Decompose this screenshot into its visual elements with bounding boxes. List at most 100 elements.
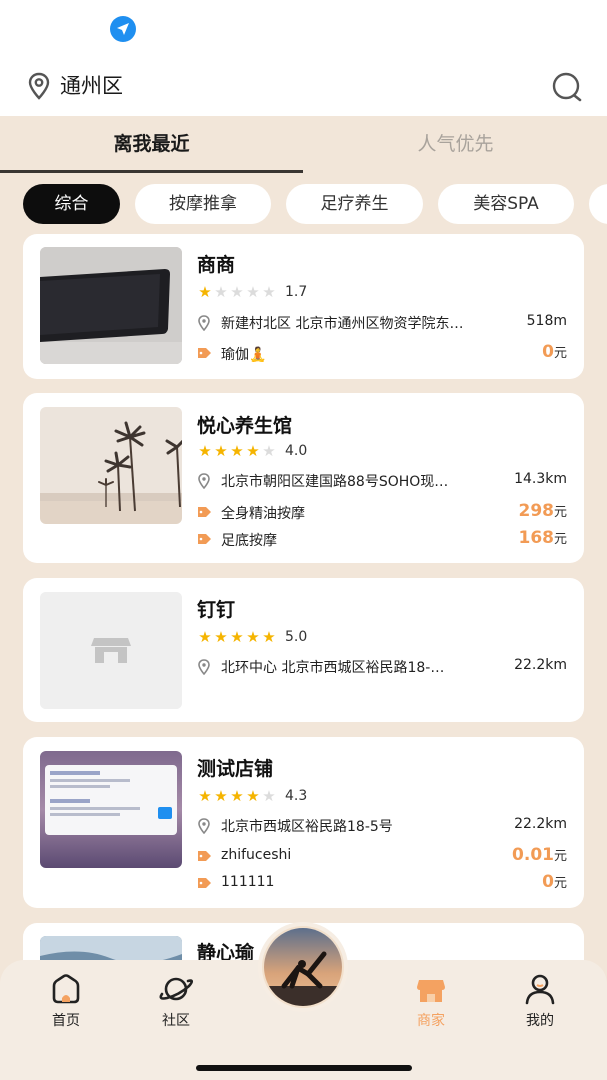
search-icon[interactable] [550,70,584,104]
chip-foot-therapy[interactable]: 足疗养生 [286,184,423,224]
service-name: 111111 [221,874,275,890]
star-icon: ★ [230,787,244,805]
rating-value: 4.3 [285,788,308,804]
shop-name: 商商 [197,254,236,276]
nav-merchant-label: 商家 [417,1013,445,1029]
shop-thumbnail [40,751,182,868]
service-row: 111111 0元 [197,872,569,894]
star-icon: ★ [198,628,212,646]
shop-address: 北京市西城区裕民路18-5号 [221,819,393,835]
star-icon: ★ [214,787,228,805]
nav-merchant[interactable]: 商家 [391,972,471,1030]
star-icon: ★ [198,787,212,805]
home-icon [52,974,80,1004]
nav-home[interactable]: 首页 [26,972,106,1030]
tag-icon [198,851,211,861]
shop-address: 新建村北区 北京市通州区物资学院东… [221,316,464,332]
location-label[interactable]: 通州区 [60,72,123,100]
shop-name: 测试店铺 [197,758,274,780]
tab-active-indicator [0,170,303,173]
address-row: 北京市西城区裕民路18-5号 22.2km [197,815,569,837]
service-price: 298元 [518,501,567,521]
rating-value: 1.7 [285,284,308,300]
location-pin-icon [198,473,210,489]
shop-rating: ★ ★ ★ ★ ★ 1.7 [197,282,307,302]
shop-rating: ★ ★ ★ ★ ★ 4.0 [197,441,307,461]
service-row: zhifuceshi 0.01元 [197,845,569,867]
service-name: 足底按摩 [221,533,277,549]
star-icon: ★ [198,283,212,301]
star-icon: ★ [246,787,260,805]
location-pin-icon[interactable] [27,72,51,100]
service-row: 全身精油按摩 298元 [197,501,569,523]
service-price: 168元 [518,528,567,548]
shop-distance: 22.2km [514,816,567,832]
shop-card[interactable]: 悦心养生馆 ★ ★ ★ ★ ★ 4.0 北京市朝阳区建国路88号SOHO现… 1… [23,393,584,563]
star-icon: ★ [230,628,244,646]
tag-icon [198,534,211,544]
shop-icon [417,980,445,1002]
tag-icon [198,348,211,358]
shop-card[interactable]: 测试店铺 ★ ★ ★ ★ ★ 4.3 北京市西城区裕民路18-5号 22.2km… [23,737,584,908]
star-icon: ★ [230,442,244,460]
location-pin-icon [198,315,210,331]
location-pin-icon [198,818,210,834]
shop-card[interactable]: 商商 ★ ★ ★ ★ ★ 1.7 新建村北区 北京市通州区物资学院东… 518m… [23,234,584,379]
nav-profile[interactable]: 我的 [500,972,580,1030]
star-icon: ★ [214,442,228,460]
center-action-button[interactable] [258,922,348,1012]
home-indicator [196,1065,412,1071]
shop-thumbnail [40,407,182,524]
tab-nearest[interactable]: 离我最近 [0,116,303,174]
shop-name: 钉钉 [197,599,236,621]
star-icon: ★ [262,787,276,805]
shop-distance: 14.3km [514,471,567,487]
star-icon: ★ [246,628,260,646]
address-row: 北京市朝阳区建国路88号SOHO现… 14.3km [197,470,569,492]
address-row: 北环中心 北京市西城区裕民路18-… 22.2km [197,656,569,678]
rating-value: 5.0 [285,629,308,645]
category-chips: 综合 按摩推拿 足疗养生 美容SPA [0,184,607,226]
address-row: 新建村北区 北京市通州区物资学院东… 518m [197,312,569,334]
service-row: 足底按摩 168元 [197,528,569,550]
star-icon: ★ [214,628,228,646]
shop-card[interactable]: 钉钉 ★ ★ ★ ★ ★ 5.0 北环中心 北京市西城区裕民路18-… 22.2… [23,578,584,722]
location-pin-icon [198,659,210,675]
yoga-avatar-image [262,926,344,1008]
chip-beauty-spa[interactable]: 美容SPA [438,184,574,224]
profile-icon [525,974,555,1005]
service-name: zhifuceshi [221,847,292,863]
tag-icon [198,507,211,517]
shop-thumbnail [40,247,182,364]
shop-distance: 22.2km [514,657,567,673]
star-icon: ★ [262,283,276,301]
star-icon: ★ [198,442,212,460]
service-name: 瑜伽🧘 [221,347,267,363]
nav-profile-label: 我的 [526,1013,554,1029]
shop-distance: 518m [526,313,567,329]
star-icon: ★ [214,283,228,301]
star-icon: ★ [230,283,244,301]
shop-thumbnail [40,592,182,709]
shop-address: 北环中心 北京市西城区裕民路18-… [221,660,445,676]
shop-rating: ★ ★ ★ ★ ★ 5.0 [197,627,307,647]
rating-value: 4.0 [285,443,308,459]
service-row: 瑜伽🧘 0元 [197,342,569,364]
star-icon: ★ [262,628,276,646]
nav-community[interactable]: 社区 [136,972,216,1030]
chip-all[interactable]: 综合 [23,184,120,224]
chip-more[interactable] [589,184,607,224]
status-bar [0,0,607,60]
star-icon: ★ [246,442,260,460]
service-price: 0元 [542,342,567,362]
shop-address: 北京市朝阳区建国路88号SOHO现… [221,474,449,490]
chip-massage[interactable]: 按摩推拿 [135,184,271,224]
tag-icon [198,878,211,888]
star-icon: ★ [246,283,260,301]
sort-tabs: 离我最近 人气优先 [0,116,607,176]
star-icon: ★ [262,442,276,460]
shop-rating: ★ ★ ★ ★ ★ 4.3 [197,786,307,806]
tab-popular[interactable]: 人气优先 [304,116,607,174]
nav-community-label: 社区 [162,1013,190,1029]
service-price: 0.01元 [512,845,567,865]
